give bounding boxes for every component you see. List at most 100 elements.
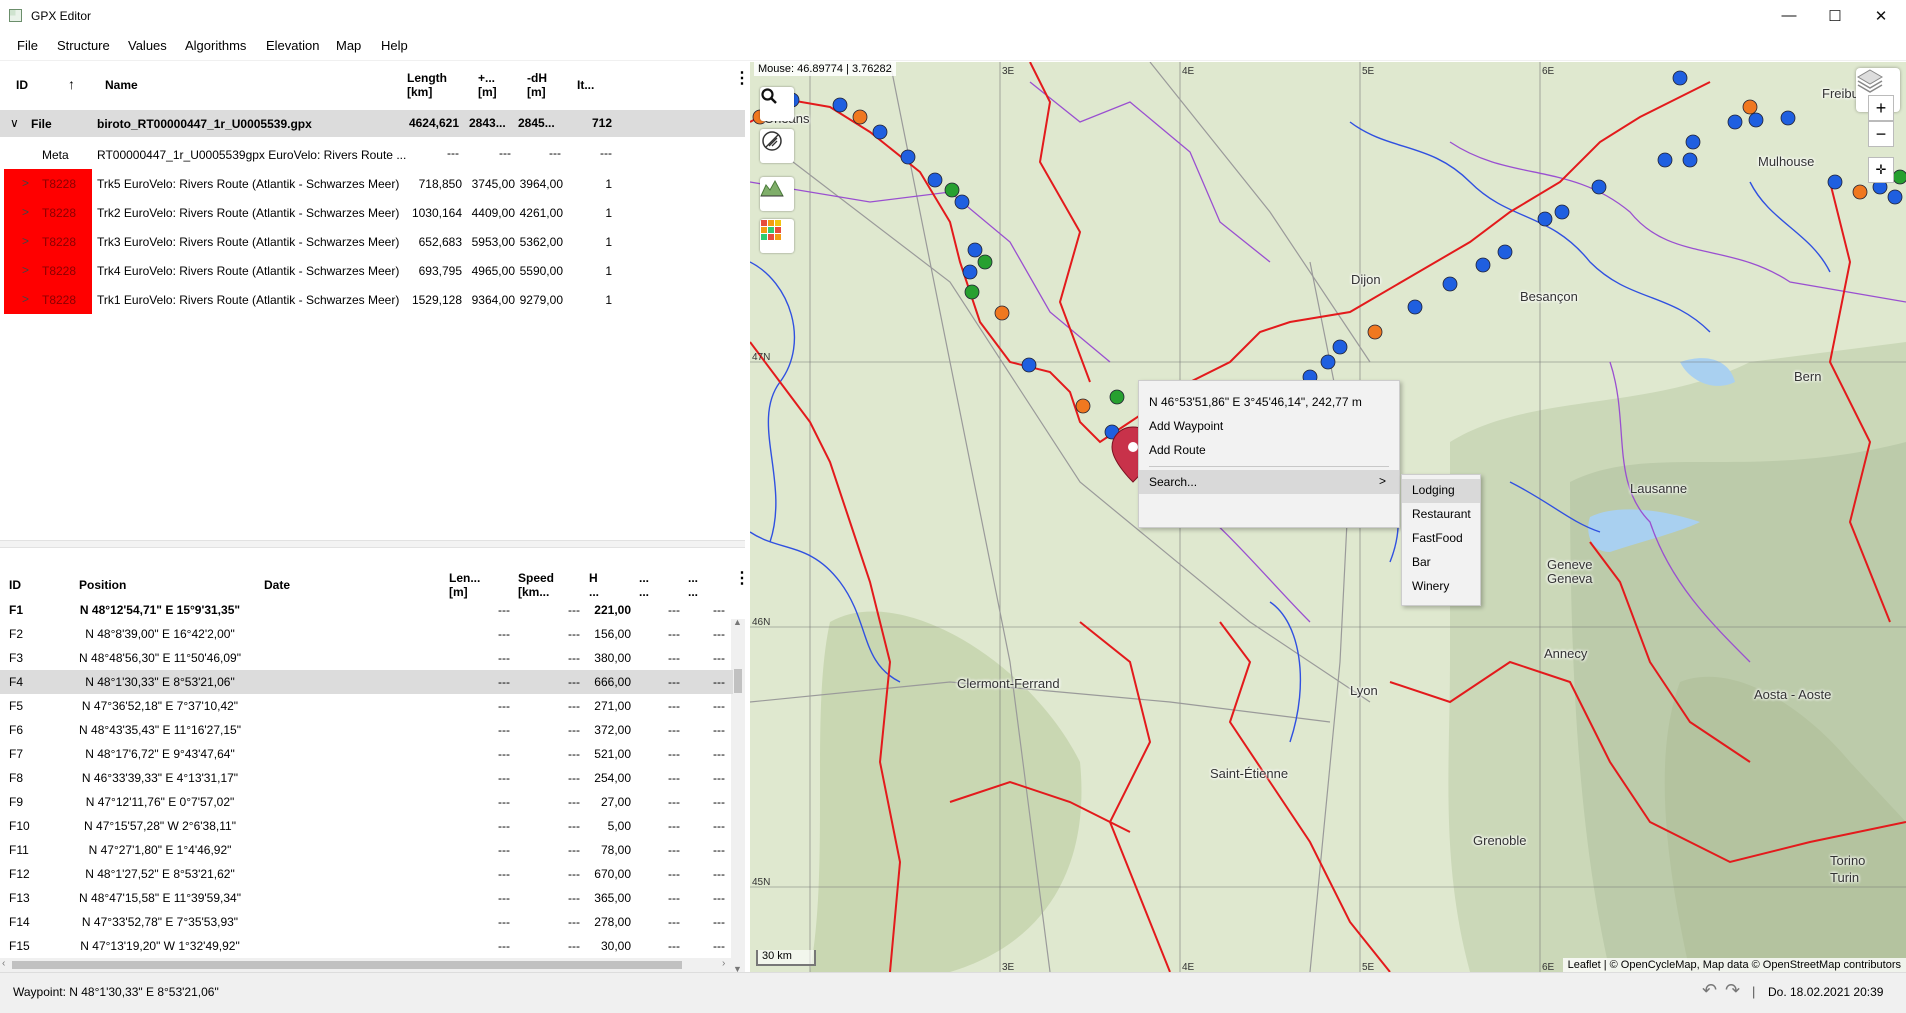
search-item[interactable]: Search... <box>1149 475 1197 489</box>
col-date[interactable]: Date <box>264 578 290 592</box>
track-row[interactable]: > T8228 Trk3 EuroVelo: Rivers Route (Atla… <box>0 227 745 256</box>
expand-icon[interactable]: > <box>22 234 29 248</box>
file-items: 712 <box>591 116 612 130</box>
elevation-chart-icon[interactable] <box>760 177 794 211</box>
sort-arrow-icon[interactable]: ↑ <box>68 77 75 91</box>
menu-values[interactable]: Values <box>128 38 167 53</box>
track-id: T8228 <box>42 264 77 278</box>
menu-help[interactable]: Help <box>381 38 408 53</box>
map-attribution[interactable]: Leaflet | © OpenCycleMap, Map data © Ope… <box>1562 958 1906 972</box>
point-row[interactable]: F11 N 47°27'1,80" E 1°4'46,92" --- --- 78,00… <box>0 838 733 862</box>
close-button[interactable]: ✕ <box>1858 0 1904 31</box>
point-row[interactable]: F3 N 48°48'56,30" E 11°50'46,09" --- --- 380… <box>0 646 733 670</box>
vertical-scrollbar[interactable]: ▲ ▼ <box>731 617 745 974</box>
menu-file[interactable]: File <box>17 38 38 53</box>
submenu-bar[interactable]: Bar <box>1412 555 1431 569</box>
file-row[interactable]: ∨ File biroto_RT00000447_1r_U0005539.gpx… <box>0 110 745 137</box>
scroll-right-icon[interactable]: › <box>722 958 725 969</box>
meta-row[interactable]: Meta RT00000447_1r_U0005539gpx EuroVelo:… <box>0 140 745 169</box>
minimize-button[interactable]: — <box>1766 0 1812 31</box>
heatmap-icon[interactable] <box>760 219 794 253</box>
point-row[interactable]: F12 N 48°1'27,52" E 8°53'21,62" --- --- 670,… <box>0 862 733 886</box>
point-row[interactable]: F9 N 47°12'11,76" E 0°7'57,02" --- --- 27,00… <box>0 790 733 814</box>
col-it[interactable]: It... <box>577 78 594 92</box>
submenu-lodging[interactable]: Lodging <box>1412 483 1455 497</box>
track-row[interactable]: > T8228 Trk4 EuroVelo: Rivers Route (Atla… <box>0 256 745 285</box>
maximize-button[interactable]: ☐ <box>1812 0 1858 31</box>
col-h[interactable]: H ... <box>589 571 599 599</box>
column-menu-icon[interactable]: ⋮ <box>734 571 750 587</box>
collapse-icon[interactable]: ∨ <box>10 116 19 130</box>
left-panel: ID ↑ Name Length [km] +... [m] -dH [m] I… <box>0 62 750 974</box>
add-waypoint-item[interactable]: Add Waypoint <box>1149 419 1223 433</box>
map-view[interactable]: 3E 4E 5E 6E 3E 4E 5E 6E 47N 46N 45N Dijo… <box>750 62 1906 972</box>
scroll-left-icon[interactable]: ‹ <box>2 958 5 969</box>
track-row[interactable]: > T8228 Trk1 EuroVelo: Rivers Route (Atla… <box>0 285 745 314</box>
scale-bar: 30 km <box>756 950 816 966</box>
column-menu-icon[interactable]: ⋮ <box>734 71 750 87</box>
col-extra-2[interactable]: ... ... <box>688 571 698 599</box>
point-row[interactable]: F14 N 47°33'52,78" E 7°35'53,93" --- --- 278… <box>0 910 733 934</box>
point-height: 380,00 <box>594 651 631 665</box>
point-row[interactable]: F15 N 47°13'19,20" W 1°32'49,92" --- --- 30,… <box>0 934 733 958</box>
col-id[interactable]: ID <box>16 78 28 92</box>
point-position: N 47°12'11,76" E 0°7'57,02" <box>85 795 235 809</box>
point-id: F15 <box>9 939 30 953</box>
col-extra-1[interactable]: ... ... <box>639 571 649 599</box>
point-id: F13 <box>9 891 30 905</box>
point-position: N 48°1'27,52" E 8°53'21,62" <box>85 867 235 881</box>
point-height: 271,00 <box>594 699 631 713</box>
point-row[interactable]: F1 N 48°12'54,71" E 15°9'31,35" --- --- 221,… <box>0 598 733 622</box>
col-speed[interactable]: Speed [km... <box>518 571 554 599</box>
point-row[interactable]: F4 N 48°1'30,33" E 8°53'21,06" --- --- 666,0… <box>0 670 733 694</box>
col-name[interactable]: Name <box>105 78 138 92</box>
point-extra-2: --- <box>713 603 725 617</box>
search-icon[interactable] <box>760 87 794 121</box>
col-position[interactable]: Position <box>79 578 126 592</box>
point-row[interactable]: F5 N 47°36'52,18" E 7°37'10,42" --- --- 271,… <box>0 694 733 718</box>
col-dh[interactable]: -dH [m] <box>527 71 547 99</box>
point-id: F4 <box>9 675 24 689</box>
col-length[interactable]: Length [km] <box>407 71 447 99</box>
point-row[interactable]: F7 N 48°17'6,72" E 9°43'47,64" --- --- 521,0… <box>0 742 733 766</box>
redo-icon[interactable]: ↷ <box>1725 980 1740 1001</box>
menu-algorithms[interactable]: Algorithms <box>185 38 246 53</box>
zoom-in-button[interactable]: + <box>1868 95 1894 121</box>
zoom-out-button[interactable]: − <box>1868 121 1894 147</box>
point-extra-1: --- <box>668 915 680 929</box>
submenu-winery[interactable]: Winery <box>1412 579 1449 593</box>
col-len[interactable]: Len... [m] <box>449 571 480 599</box>
panel-splitter[interactable] <box>0 540 745 548</box>
track-id: T8228 <box>42 177 77 191</box>
point-row[interactable]: F10 N 47°15'57,28" W 2°6'38,11" --- --- 5,00… <box>0 814 733 838</box>
submenu-restaurant[interactable]: Restaurant <box>1412 507 1471 521</box>
menu-structure[interactable]: Structure <box>57 38 110 53</box>
track-row[interactable]: > T8228 Trk5 EuroVelo: Rivers Route (Atla… <box>0 169 745 198</box>
locate-icon[interactable]: ✛ <box>1868 157 1894 183</box>
point-extra-2: --- <box>713 795 725 809</box>
menu-elevation[interactable]: Elevation <box>266 38 319 53</box>
context-coordinates[interactable]: N 46°53'51,86" E 3°45'46,14", 242,77 m <box>1149 395 1362 409</box>
track-row[interactable]: > T8228 Trk2 EuroVelo: Rivers Route (Atla… <box>0 198 745 227</box>
horizontal-scrollbar[interactable]: ‹ › <box>0 958 731 972</box>
point-row[interactable]: F2 N 48°8'39,00" E 16°42'2,00" --- --- 156,0… <box>0 622 733 646</box>
measure-icon[interactable] <box>760 129 794 163</box>
point-row[interactable]: F8 N 46°33'39,33" E 4°13'31,17" --- --- 254,… <box>0 766 733 790</box>
scroll-up-icon[interactable]: ▲ <box>733 617 742 627</box>
expand-icon[interactable]: > <box>22 292 29 306</box>
scroll-thumb[interactable] <box>734 669 742 693</box>
expand-icon[interactable]: > <box>22 263 29 277</box>
expand-icon[interactable]: > <box>22 205 29 219</box>
menu-map[interactable]: Map <box>336 38 361 53</box>
point-row[interactable]: F6 N 48°43'35,43" E 11°16'27,15" --- --- 372… <box>0 718 733 742</box>
col-point-id[interactable]: ID <box>9 578 21 592</box>
point-position: N 48°48'56,30" E 11°50'46,09" <box>79 651 241 665</box>
submenu-fastfood[interactable]: FastFood <box>1412 531 1463 545</box>
meta-dh: --- <box>549 146 561 160</box>
add-route-item[interactable]: Add Route <box>1149 443 1206 457</box>
col-up[interactable]: +... [m] <box>478 71 497 99</box>
expand-icon[interactable]: > <box>22 176 29 190</box>
undo-icon[interactable]: ↶ <box>1702 980 1717 1001</box>
scroll-thumb[interactable] <box>12 961 682 969</box>
point-row[interactable]: F13 N 48°47'15,58" E 11°39'59,34" --- --- 36… <box>0 886 733 910</box>
